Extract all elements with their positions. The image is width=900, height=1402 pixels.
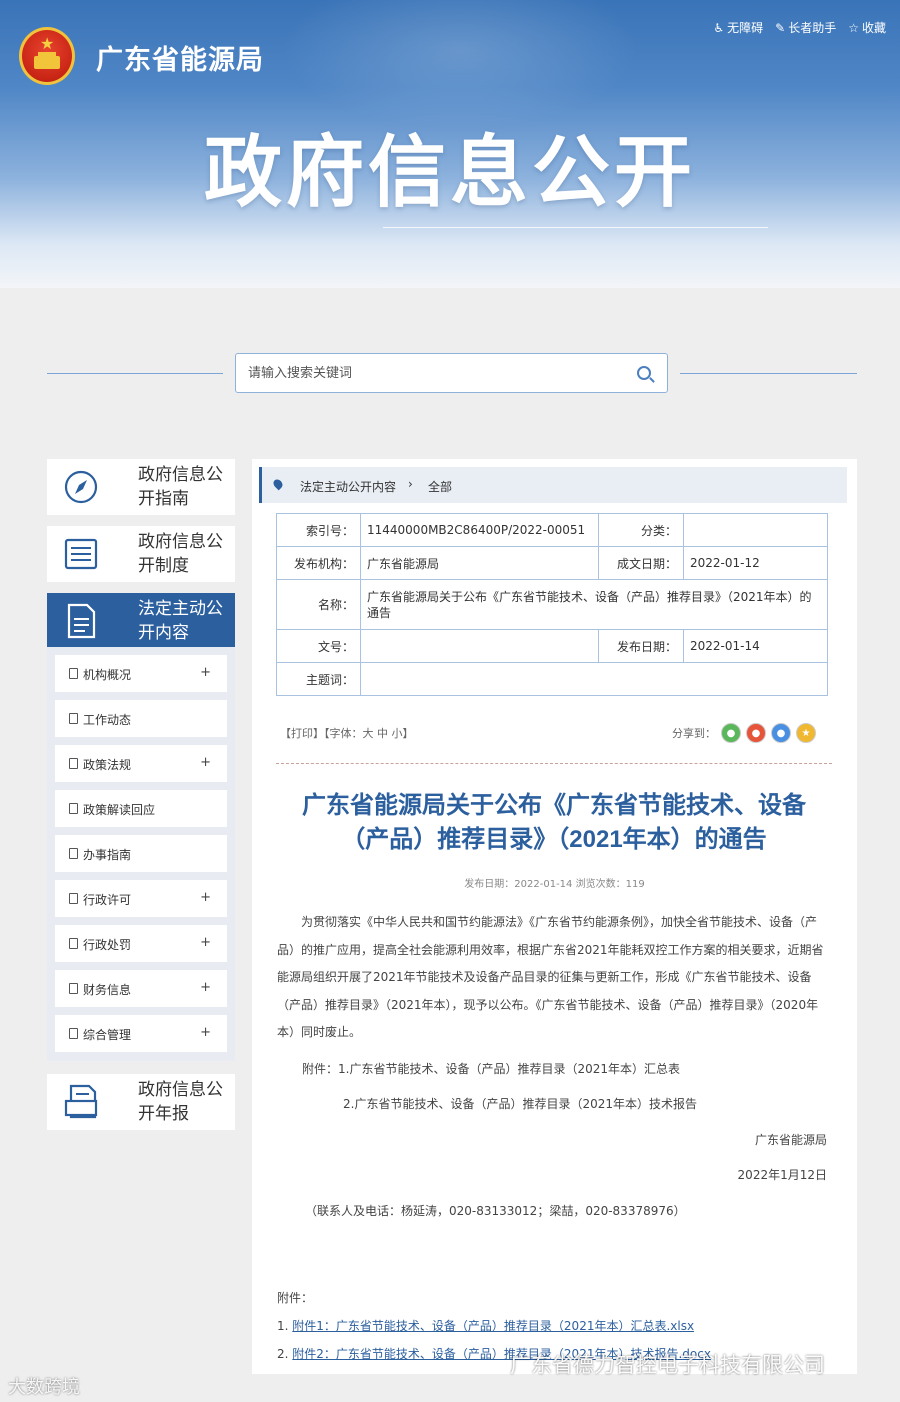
compass-icon <box>64 470 98 504</box>
share-bar: 分享到： ● ● ● ★ <box>672 723 816 743</box>
report-icon <box>64 1084 98 1119</box>
meta-value <box>360 629 599 663</box>
meta-value <box>683 513 828 547</box>
submenu-item[interactable]: 财务信息 + <box>55 970 227 1007</box>
signer: 广东省能源局 <box>754 1133 827 1147</box>
attachment-file: 1. 附件1：广东省节能技术、设备（产品）推荐目录（2021年本）汇总表.xls… <box>277 1319 695 1333</box>
accessibility-icon: ♿ <box>713 21 725 35</box>
qq-icon[interactable]: ● <box>771 723 791 743</box>
share-label: 分享到： <box>672 727 716 740</box>
attachment-line: 附件：1.广东省节能技术、设备（产品）推荐目录（2021年本）汇总表 <box>302 1062 680 1076</box>
sidebar-card-annual-report[interactable]: 政府信息公开年报 <box>47 1074 235 1130</box>
meta-label: 成文日期： <box>598 546 684 580</box>
expand-icon[interactable]: + <box>200 935 211 950</box>
watermark-right: 广东省德力智控电子科技有限公司 <box>510 1354 825 1377</box>
sign-date: 2022年1月12日 <box>737 1168 827 1182</box>
sidebar-card-label: 政府信息公开指南 <box>138 465 223 509</box>
qzone-star-icon[interactable]: ★ <box>796 723 816 743</box>
sidebar-submenu: 机构概况 + 工作动态 政策法规 + 政策解读回应 办事指南 行政许可 + 行政处罚 +… <box>47 647 235 1061</box>
document-icon <box>69 938 78 949</box>
meta-label: 分类： <box>598 513 684 547</box>
search-input[interactable] <box>248 363 628 383</box>
search-icon[interactable] <box>637 366 651 380</box>
meta-label: 名称： <box>276 579 361 630</box>
attachment-line: 2.广东省节能技术、设备（产品）推荐目录（2021年本）技术报告 <box>343 1097 697 1111</box>
page-header: ★ 广东省能源局 ♿ 无障碍 ✎ 长者助手 ☆ 收藏 政府信息公开 <box>0 0 900 288</box>
document-icon <box>69 893 78 904</box>
expand-icon[interactable]: + <box>200 755 211 770</box>
article-body: 为贯彻落实《中华人民共和国节约能源法》《广东省节约能源条例》，加快全省节能技术、… <box>277 915 824 1039</box>
print-font-tools[interactable]: 【打印】【字体：大 中 小】 <box>280 725 414 741</box>
publish-info: 发布日期：2022-01-14 浏览次数：119 <box>464 879 645 890</box>
submenu-item[interactable]: 行政处罚 + <box>55 925 227 962</box>
sidebar-card-label: 政府信息公开制度 <box>138 532 223 576</box>
expand-icon[interactable]: + <box>200 665 211 680</box>
document-icon <box>69 803 78 814</box>
breadcrumb-item[interactable]: 法定主动公开内容 <box>300 478 396 495</box>
meta-value: 2022-01-14 <box>683 629 828 663</box>
meta-value: 11440000MB2C86400P/2022-00051 <box>360 513 599 547</box>
article-container: 法定主动公开内容 › 全部 索引号： 11440000MB2C86400P/20… <box>252 459 857 1374</box>
breadcrumb-item[interactable]: 全部 <box>428 478 452 495</box>
elder-assist-icon: ✎ <box>775 21 786 35</box>
site-name[interactable]: 广东省能源局 <box>96 38 264 77</box>
breadcrumb: 法定主动公开内容 › 全部 <box>259 467 847 503</box>
meta-value: 广东省能源局关于公布《广东省节能技术、设备（产品）推荐目录》（2021年本）的通… <box>360 579 828 630</box>
sidebar-card-guide[interactable]: 政府信息公开指南 <box>47 459 235 515</box>
sidebar-card-active-content[interactable]: 法定主动公开内容 <box>47 593 235 649</box>
document-icon <box>69 983 78 994</box>
meta-value: 广东省能源局 <box>360 546 599 580</box>
banner-divider <box>383 227 768 228</box>
document-icon <box>69 668 78 679</box>
submenu-item[interactable]: 行政许可 + <box>55 880 227 917</box>
sidebar-card-rules[interactable]: 政府信息公开制度 <box>47 526 235 582</box>
submenu-item[interactable]: 综合管理 + <box>55 1015 227 1052</box>
search-divider-right <box>680 373 857 374</box>
document-icon <box>69 713 78 724</box>
accessibility-link[interactable]: ♿ 无障碍 <box>713 19 763 36</box>
submenu-item[interactable]: 机构概况 + <box>55 655 227 692</box>
sidebar-card-label: 法定主动公开内容 <box>138 599 223 643</box>
wechat-icon[interactable]: ● <box>721 723 741 743</box>
article-title: 广东省能源局关于公布《广东省节能技术、设备（产品）推荐目录》（2021年本）的通… <box>302 792 806 853</box>
expand-icon[interactable]: + <box>200 890 211 905</box>
dashed-divider <box>276 763 832 764</box>
top-links: ♿ 无障碍 ✎ 长者助手 ☆ 收藏 <box>713 19 886 36</box>
expand-icon[interactable]: + <box>200 980 211 995</box>
location-pin-icon <box>271 477 285 491</box>
submenu-item[interactable]: 政策法规 + <box>55 745 227 782</box>
list-doc-icon <box>64 538 98 570</box>
watermark-left: 大数跨境 <box>8 1377 80 1397</box>
meta-label: 主题词： <box>276 662 361 696</box>
breadcrumb-separator: › <box>408 477 413 491</box>
document-icon <box>69 848 78 859</box>
favorite-link[interactable]: ☆ 收藏 <box>848 19 886 36</box>
submenu-item[interactable]: 政策解读回应 <box>55 790 227 827</box>
banner-title: 政府信息公开 <box>203 128 696 216</box>
meta-label: 文号： <box>276 629 361 663</box>
submenu-item[interactable]: 工作动态 <box>55 700 227 737</box>
search-box <box>235 353 668 393</box>
sidebar-card-label: 政府信息公开年报 <box>138 1080 223 1124</box>
star-icon: ☆ <box>848 21 859 35</box>
document-icon <box>69 758 78 769</box>
meta-label: 索引号： <box>276 513 361 547</box>
elder-assist-link[interactable]: ✎ 长者助手 <box>775 19 836 36</box>
weibo-icon[interactable]: ● <box>746 723 766 743</box>
national-emblem-icon: ★ <box>19 27 75 85</box>
document-icon <box>67 603 96 639</box>
meta-value: 2022-01-12 <box>683 546 828 580</box>
metadata-table: 索引号： 11440000MB2C86400P/2022-00051 分类： 发… <box>276 513 828 696</box>
meta-label: 发布机构： <box>276 546 361 580</box>
search-divider-left <box>47 373 223 374</box>
attachments-heading: 附件： <box>277 1291 314 1305</box>
expand-icon[interactable]: + <box>200 1025 211 1040</box>
attachment-link[interactable]: 附件1：广东省节能技术、设备（产品）推荐目录（2021年本）汇总表.xlsx <box>292 1319 694 1333</box>
document-icon <box>69 1028 78 1039</box>
contact-info: （联系人及电话：杨延涛，020-83133012；梁喆，020-83378976… <box>305 1204 686 1218</box>
submenu-item[interactable]: 办事指南 <box>55 835 227 872</box>
meta-label: 发布日期： <box>598 629 684 663</box>
meta-value <box>360 662 828 696</box>
